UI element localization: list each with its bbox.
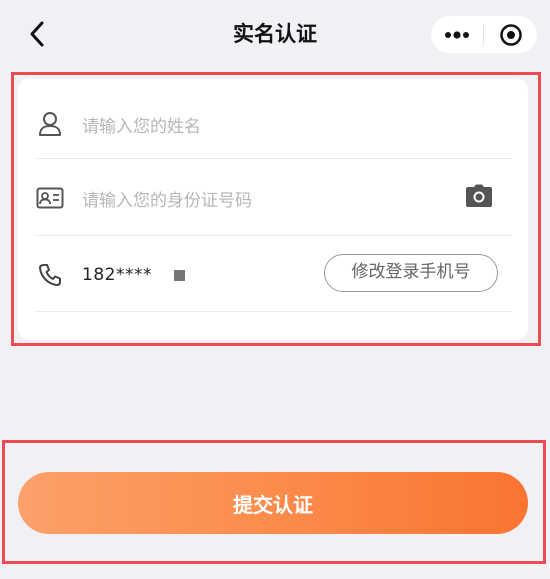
- name-row[interactable]: 请输入您的姓名: [34, 85, 512, 163]
- camera-button[interactable]: [464, 181, 494, 211]
- mini-program-capsule: [431, 16, 537, 53]
- id-row[interactable]: 请输入您的身份证号码: [34, 159, 512, 237]
- phone-number: 182****: [82, 265, 152, 285]
- camera-icon: [466, 184, 492, 207]
- name-input[interactable]: 请输入您的姓名: [82, 112, 201, 137]
- form-card: 请输入您的姓名 请输入您的身份证号码 182**** 修改登录手机号: [18, 78, 528, 340]
- masked-digit-block: [173, 269, 185, 281]
- id-card-icon: [34, 182, 66, 214]
- phone-icon: [34, 259, 66, 291]
- more-button[interactable]: [431, 16, 483, 53]
- id-number-input[interactable]: 请输入您的身份证号码: [82, 186, 252, 211]
- phone-row: 182**** 修改登录手机号: [34, 236, 512, 314]
- more-dots-icon: [445, 30, 469, 39]
- close-button[interactable]: [484, 16, 537, 53]
- target-close-icon: [499, 23, 522, 46]
- change-phone-button[interactable]: 修改登录手机号: [324, 254, 498, 292]
- nav-bar: 实名认证: [0, 0, 550, 68]
- user-icon: [34, 108, 66, 140]
- submit-button[interactable]: 提交认证: [18, 472, 528, 534]
- divider: [34, 311, 512, 312]
